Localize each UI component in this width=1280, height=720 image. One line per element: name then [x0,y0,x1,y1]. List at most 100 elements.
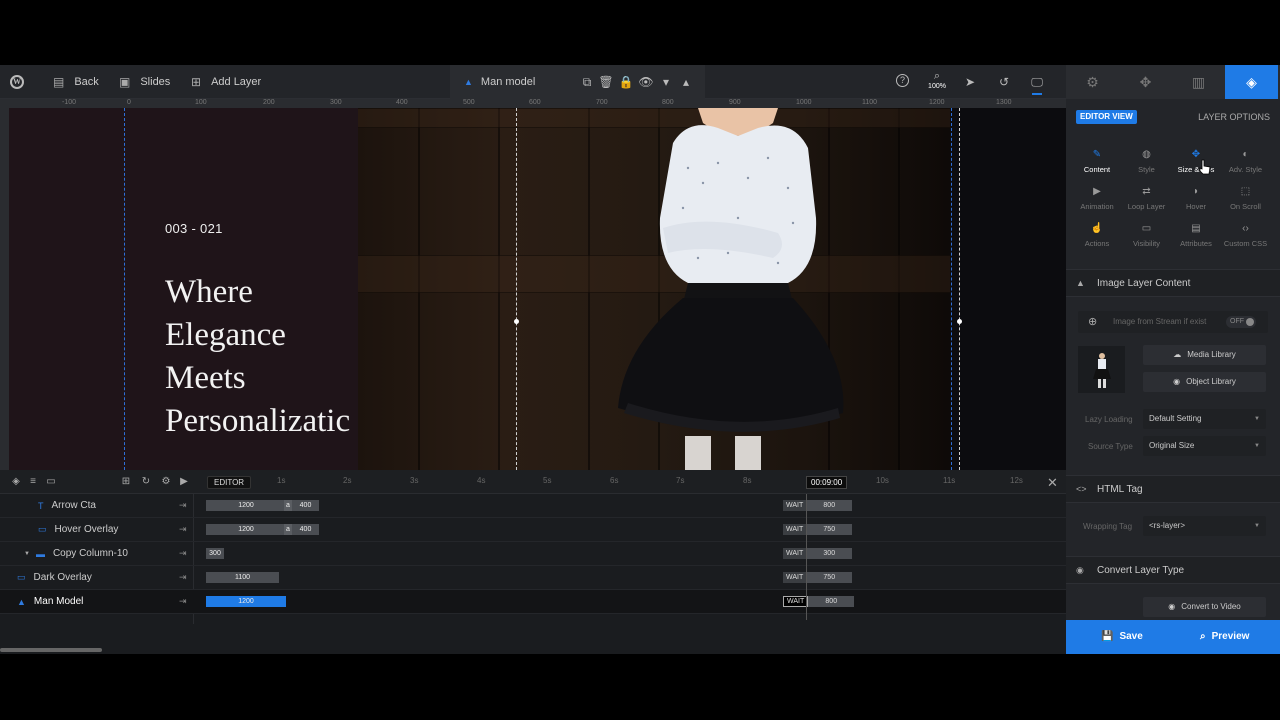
option-size-pos[interactable]: ✥ Size & Pos [1170,149,1222,174]
slides-button[interactable]: ▣ Slides [119,65,170,99]
refresh-icon[interactable]: ↻ [140,476,152,488]
layers-icon[interactable]: ◈ [10,476,22,488]
extra-duration-bar[interactable]: 400 [292,524,319,535]
source-type-select[interactable]: Original Size ▼ [1143,436,1266,456]
image-thumbnail[interactable] [1078,346,1125,393]
chevron-down-icon[interactable]: ▾ [658,74,674,90]
save-button[interactable]: 💾 Save [1101,620,1143,654]
resize-handle-left[interactable] [514,319,519,324]
object-library-button[interactable]: ◉ Object Library [1143,372,1266,392]
option-on-scroll[interactable]: ⬚ On Scroll [1220,186,1272,211]
wait-bar[interactable]: WAIT 750 [783,572,853,583]
timeline-layer-row[interactable]: ▭ Dark Overlay ⇥ 1100 WAIT 750 [0,566,1066,590]
layer-name: Dark Overlay [33,572,92,583]
slide-counter-text[interactable]: 003 - 021 [165,221,223,236]
resize-handle-right[interactable] [957,319,962,324]
man-model-image[interactable] [358,108,950,470]
current-layer-name[interactable]: ▲ Man model [464,65,535,99]
layer-label[interactable]: ▲ Man Model [17,596,83,607]
option-visibility[interactable]: ▭ Visibility [1121,223,1173,248]
wordpress-logo[interactable]: W [10,65,24,99]
option-loop-layer[interactable]: ⇄ Loop Layer [1121,186,1173,211]
pointer-icon[interactable]: ➤ [962,74,978,90]
in-animation-bar[interactable]: 1200 [206,500,286,511]
time-tick: 1s [277,476,286,485]
wait-bar[interactable]: WAIT 750 [783,524,853,535]
caret-down-icon[interactable]: ▼ [24,551,30,557]
layer-options-tab[interactable]: ◈ [1225,65,1278,99]
preview-button[interactable]: ⌕ Preview [1200,620,1249,654]
convert-layer-section[interactable]: ◉ Convert Layer Type [1066,556,1280,584]
grid-guide [951,108,952,470]
slide-options-tab[interactable]: ▥ [1172,65,1225,99]
option-custom-css[interactable]: ‹› Custom CSS [1220,223,1272,248]
wait-bar[interactable]: WAIT 300 [783,548,853,559]
grid-icon[interactable]: ⊞ [120,476,132,488]
add-layer-button[interactable]: ⊞ Add Layer [191,65,261,99]
collapse-arrow-icon[interactable]: ⇥ [179,572,187,583]
option-content[interactable]: ✎ Content [1071,149,1123,174]
media-library-button[interactable]: ☁ Media Library [1143,345,1266,365]
headline-text[interactable]: Where Elegance Meets Personalizatic [165,271,405,443]
extra-duration-bar[interactable]: 400 [292,500,319,511]
slide-canvas[interactable]: 003 - 021 Where Elegance Meets Personali… [9,108,1066,470]
layer-label[interactable]: T Arrow Cta [38,500,96,511]
wrapping-tag-select[interactable]: <rs-layer> ▼ [1143,516,1266,536]
timeline-layer-row[interactable]: ▲ Man Model ⇥ 1200 WAIT 800 [0,590,1066,614]
layer-label[interactable]: ▭ Dark Overlay [17,572,92,583]
split-marker[interactable]: a [284,524,292,535]
in-animation-bar[interactable]: 1100 [206,572,279,583]
chevron-up-icon[interactable]: ▴ [678,74,694,90]
help-icon[interactable]: ? [896,74,909,87]
ruler-mark: 300 [330,99,342,106]
collapse-arrow-icon[interactable]: ⇥ [179,524,187,535]
desktop-icon[interactable]: 🖵 [1029,74,1045,90]
timeline-layer-row[interactable]: ▼ ▬ Copy Column-10 ⇥ 300 WAIT 300 [0,542,1066,566]
play-icon[interactable]: ▶ [178,476,190,488]
option-style[interactable]: ◍ Style [1121,149,1173,174]
slider-settings-tab[interactable]: ⚙ [1066,65,1119,99]
option-adv-style[interactable]: ◐ Adv. Style [1220,149,1272,174]
option-animation[interactable]: ▶ Animation [1071,186,1123,211]
settings-icon[interactable]: ⚙ [160,476,172,488]
current-time[interactable]: 00:09:00 [806,476,848,489]
image-layer-content-section[interactable]: ▲ Image Layer Content [1066,269,1280,297]
back-button[interactable]: ▤ Back [53,65,99,99]
in-animation-bar[interactable]: 1200 [206,596,286,607]
navigation-tab[interactable]: ✥ [1119,65,1172,99]
in-animation-bar[interactable]: 1200 [206,524,286,535]
option-attributes[interactable]: ▤ Attributes [1170,223,1222,248]
wait-bar[interactable]: WAIT 800 [783,500,853,511]
eye-icon[interactable]: 👁 [638,74,654,90]
split-marker[interactable]: a [284,500,292,511]
lock-icon[interactable]: 🔒 [618,74,634,90]
html-tag-section[interactable]: <> HTML Tag [1066,475,1280,503]
in-animation-bar[interactable]: 300 [206,548,224,559]
playhead[interactable] [806,494,807,620]
option-hover[interactable]: ◗ Hover [1170,186,1222,211]
editor-view-badge[interactable]: EDITOR VIEW [1076,110,1137,124]
undo-icon[interactable]: ↺ [996,74,1012,90]
stream-toggle[interactable]: OFF [1226,316,1256,328]
timeline-layer-row[interactable]: ▭ Hover Overlay ⇥ 1200 a 400 WAIT 750 [0,518,1066,542]
option-label: Style [1138,165,1155,174]
in-duration: 1200 [238,526,254,533]
option-actions[interactable]: ☝ Actions [1071,223,1123,248]
lazy-loading-select[interactable]: Default Setting ▼ [1143,409,1266,429]
trash-icon[interactable]: 🗑 [598,74,614,90]
menu-icon[interactable]: ≡ [27,476,39,488]
zoom-control[interactable]: ⌕ 100% [926,70,948,96]
timeline-scrollbar[interactable] [0,648,102,652]
collapse-arrow-icon[interactable]: ⇥ [179,596,187,607]
layer-label[interactable]: ▭ Hover Overlay [38,524,118,535]
layer-label[interactable]: ▼ ▬ Copy Column-10 [24,548,128,559]
collapse-arrow-icon[interactable]: ⇥ [179,500,187,511]
wait-bar[interactable]: WAIT 800 [783,596,855,607]
timeline-layer-row[interactable]: T Arrow Cta ⇥ 1200 a 400 WAIT 800 [0,494,1066,518]
duplicate-icon[interactable]: ⧉ [579,74,595,90]
close-icon[interactable]: ✕ [1047,475,1058,491]
folder-icon[interactable]: ▭ [45,476,57,488]
convert-to-video-button[interactable]: ◉ Convert to Video [1143,597,1266,617]
editor-time-label[interactable]: EDITOR [207,476,252,489]
collapse-arrow-icon[interactable]: ⇥ [179,548,187,559]
